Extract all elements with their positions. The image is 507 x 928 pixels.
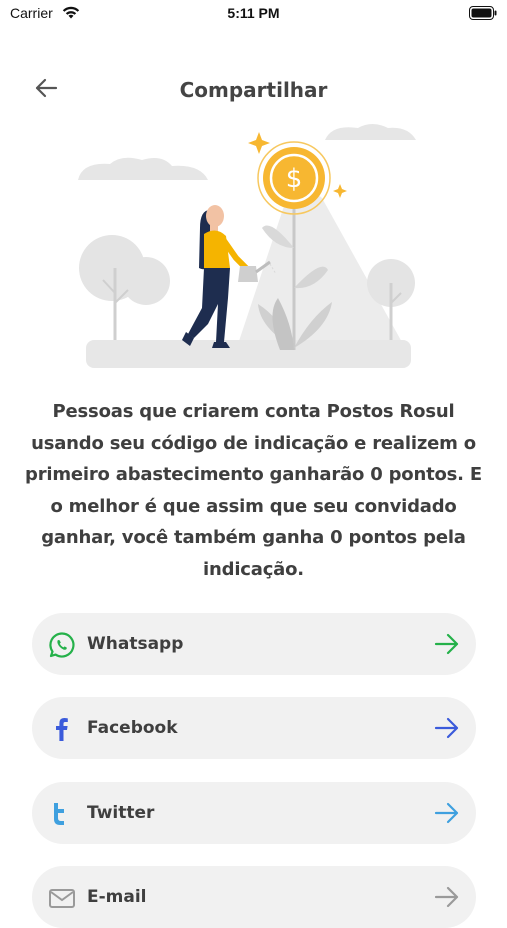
svg-text:$: $ <box>286 164 303 194</box>
battery-icon <box>469 6 497 20</box>
twitter-icon <box>48 800 76 828</box>
share-facebook-label: Facebook <box>87 718 178 738</box>
arrow-right-icon <box>434 633 459 655</box>
arrow-right-icon <box>434 802 459 824</box>
facebook-icon <box>48 715 76 743</box>
share-email-button[interactable]: E-mail <box>32 866 476 928</box>
share-whatsapp-button[interactable]: Whatsapp <box>32 613 476 675</box>
share-twitter-label: Twitter <box>87 803 155 823</box>
email-icon <box>48 884 76 912</box>
whatsapp-icon <box>48 631 76 659</box>
arrow-right-icon <box>434 886 459 908</box>
share-twitter-button[interactable]: Twitter <box>32 782 476 844</box>
status-bar: Carrier 5:11 PM <box>0 0 507 30</box>
woman-watering-coin-plant-illustration: $ <box>78 124 416 368</box>
referral-description: Pessoas que criarem conta Postos Rosul u… <box>25 401 482 580</box>
clock: 5:11 PM <box>227 5 280 21</box>
share-email-label: E-mail <box>87 887 147 907</box>
page-title: Compartilhar <box>179 78 328 102</box>
share-whatsapp-label: Whatsapp <box>87 634 184 654</box>
arrow-right-icon <box>434 717 459 739</box>
share-facebook-button[interactable]: Facebook <box>32 697 476 759</box>
